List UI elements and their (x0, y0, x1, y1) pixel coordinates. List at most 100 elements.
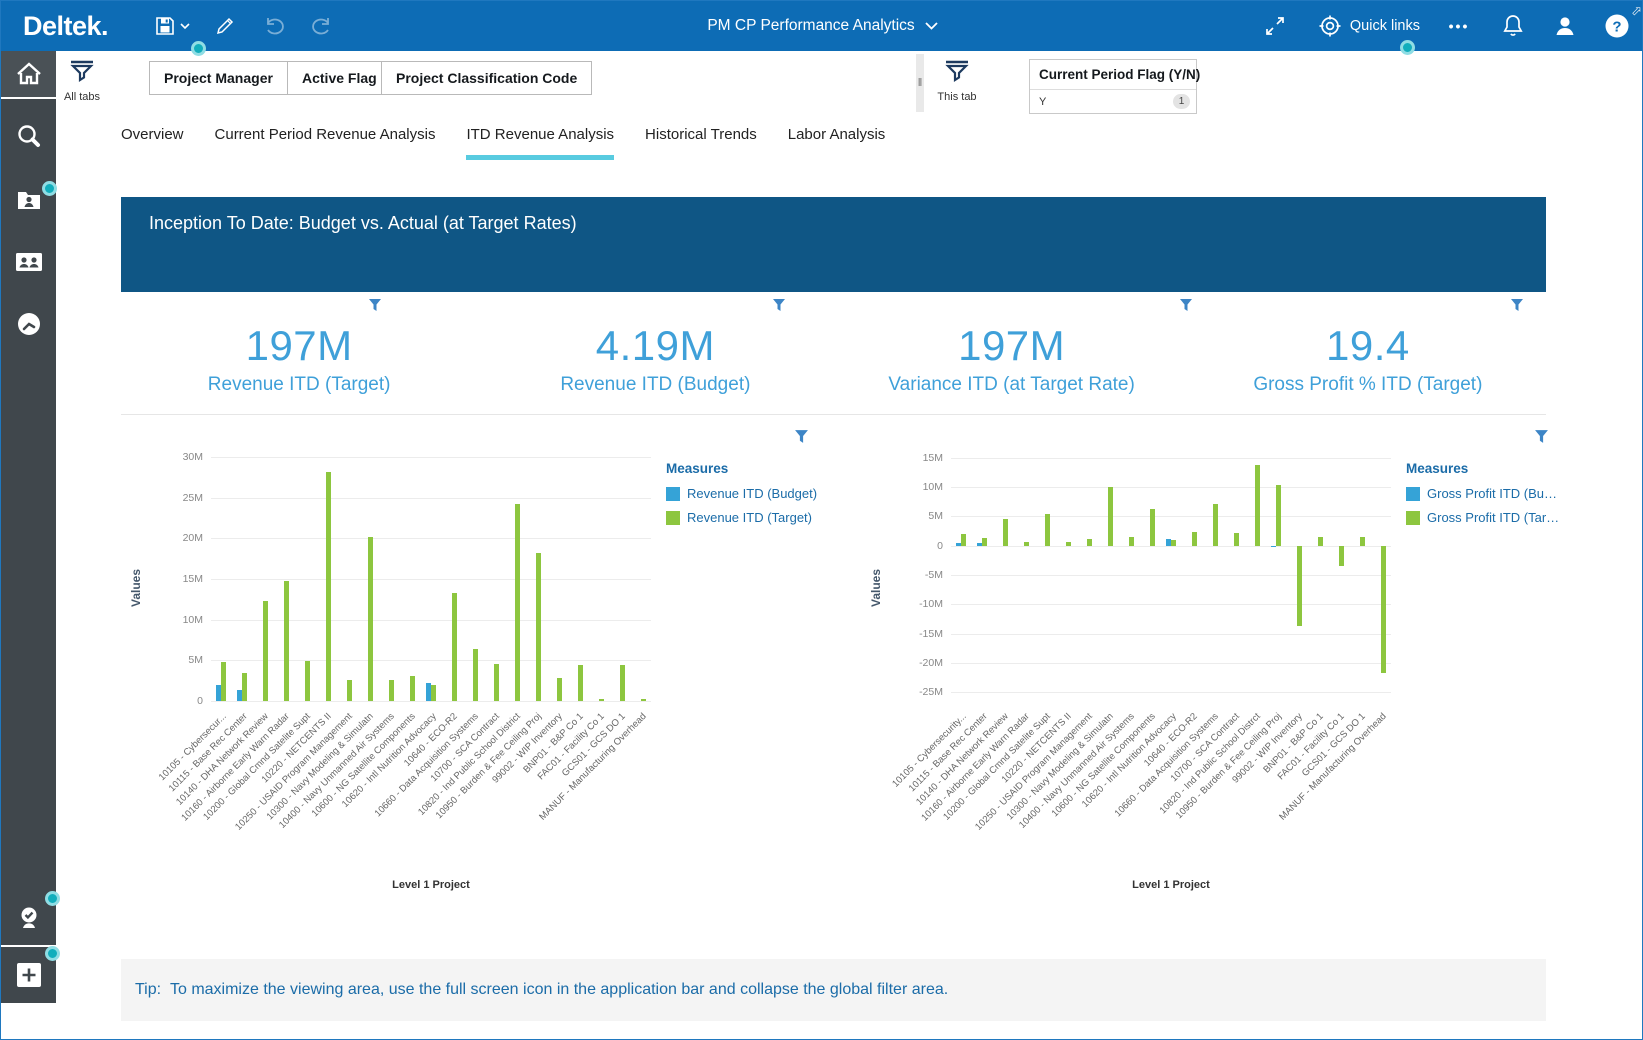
dashboard-title-menu[interactable]: PM CP Performance Analytics (707, 17, 938, 35)
bar-target[interactable] (619, 665, 625, 701)
tab-labor-analysis[interactable]: Labor Analysis (788, 126, 886, 160)
bar-target[interactable] (431, 684, 436, 701)
gridline (951, 457, 1391, 459)
bar-target[interactable] (1212, 504, 1218, 546)
bar-target[interactable] (389, 679, 395, 701)
kpi-filter-funnel-icon[interactable] (772, 298, 786, 317)
bar-target[interactable] (1296, 545, 1302, 626)
bar-target[interactable] (242, 673, 248, 701)
project-folder-person-icon (17, 192, 40, 209)
legend-item-gross-profit-budget[interactable]: Gross Profit ITD (Bu… (1406, 486, 1561, 501)
bar-target[interactable] (1380, 545, 1386, 674)
all-tabs-filter-button[interactable]: All tabs (56, 59, 108, 103)
bar-target[interactable] (472, 648, 478, 701)
bar-target[interactable] (451, 592, 457, 701)
bar-target[interactable] (1338, 545, 1344, 566)
kpi-revenue-itd-target: 197M Revenue ITD (Target) (121, 296, 477, 396)
this-tab-label: This tab (937, 91, 977, 103)
redo-button[interactable] (304, 9, 338, 43)
tab-itd-revenue-analysis[interactable]: ITD Revenue Analysis (466, 126, 615, 160)
bar-target[interactable] (1275, 485, 1281, 546)
bar-target[interactable] (368, 536, 374, 701)
bar-target[interactable] (263, 601, 269, 701)
tour-hint-dot[interactable] (42, 181, 57, 196)
gridline (951, 662, 1391, 664)
current-period-flag-filter[interactable]: Current Period Flag (Y/N) Y 1 (1029, 59, 1200, 114)
legend-item-revenue-target[interactable]: Revenue ITD (Target) (666, 510, 821, 525)
funnel-icon (945, 60, 969, 83)
bar-target[interactable] (1129, 537, 1135, 546)
tour-hint-dot[interactable] (1400, 40, 1415, 55)
bar-target[interactable] (1191, 532, 1197, 546)
gridline (951, 604, 1391, 606)
legend-item-gross-profit-target[interactable]: Gross Profit ITD (Tar… (1406, 510, 1561, 525)
tour-hint-dot[interactable] (45, 891, 60, 906)
edit-pencil-button[interactable] (208, 9, 242, 43)
bar-target[interactable] (347, 679, 353, 701)
gridline (951, 633, 1391, 635)
filter-project-manager-button[interactable]: Project Manager (149, 61, 288, 95)
bar-target[interactable] (1171, 539, 1176, 546)
target-icon (1319, 15, 1341, 37)
nav-resources-button[interactable] (1, 239, 56, 285)
bar-target[interactable] (514, 504, 520, 701)
fullscreen-expand-button[interactable] (1258, 9, 1292, 43)
y-tick-label: -15M (919, 627, 943, 640)
save-menu-chevron-icon[interactable] (176, 9, 194, 43)
nav-search-button[interactable] (1, 113, 56, 159)
legend-title: Measures (1406, 461, 1469, 476)
bar-target[interactable] (535, 553, 541, 701)
gridline (211, 701, 651, 702)
bar-target[interactable] (961, 533, 967, 546)
x-axis-title: Level 1 Project (392, 879, 470, 891)
bar-target[interactable] (1233, 533, 1239, 546)
bar-target[interactable] (410, 675, 416, 701)
filter-active-flag-button[interactable]: Active Flag (287, 61, 392, 95)
bar-target[interactable] (982, 538, 988, 546)
y-tick-label: 10M (922, 481, 943, 494)
tour-hint-dot[interactable] (191, 41, 206, 56)
this-tab-filter-button[interactable]: This tab (931, 59, 983, 103)
bar-target[interactable] (1066, 542, 1072, 546)
kpi-filter-funnel-icon[interactable] (368, 298, 382, 317)
bar-target[interactable] (1024, 541, 1030, 546)
tour-hint-dot[interactable] (45, 946, 60, 961)
bar-target[interactable] (1108, 486, 1114, 546)
quick-links-button[interactable]: Quick links (1318, 14, 1420, 38)
more-options-button[interactable]: ••• (1442, 9, 1476, 43)
chart-filter-funnel-icon[interactable] (1534, 429, 1549, 449)
bar-target[interactable] (221, 661, 227, 701)
chart-filter-funnel-icon[interactable] (794, 429, 809, 449)
y-tick-label: 20M (182, 532, 203, 545)
bar-target[interactable] (598, 698, 604, 701)
notifications-bell-button[interactable] (1496, 9, 1530, 43)
bar-target[interactable] (556, 678, 562, 701)
bar-target[interactable] (577, 665, 583, 701)
tab-historical-trends[interactable]: Historical Trends (645, 126, 757, 160)
user-profile-button[interactable] (1548, 9, 1582, 43)
filter-splitter-handle[interactable]: ‖ (916, 54, 924, 112)
bar-target[interactable] (284, 580, 290, 701)
bar-target[interactable] (1254, 464, 1260, 546)
bar-target[interactable] (1087, 538, 1093, 546)
tab-current-period-revenue-analysis[interactable]: Current Period Revenue Analysis (215, 126, 436, 160)
bar-target[interactable] (1317, 536, 1323, 546)
bar-target[interactable] (1003, 518, 1009, 546)
bar-target[interactable] (1359, 537, 1365, 546)
kpi-filter-funnel-icon[interactable] (1510, 298, 1524, 317)
legend-item-revenue-budget[interactable]: Revenue ITD (Budget) (666, 486, 821, 501)
bar-target[interactable] (493, 663, 499, 701)
bar-budget[interactable] (1270, 545, 1276, 548)
tab-overview[interactable]: Overview (121, 126, 184, 160)
svg-text:?: ? (1612, 19, 1621, 36)
bar-target[interactable] (1045, 514, 1051, 546)
bar-target[interactable] (1150, 508, 1156, 546)
nav-time-button[interactable] (1, 301, 56, 347)
filter-project-classification-button[interactable]: Project Classification Code (381, 61, 593, 95)
bar-target[interactable] (326, 471, 332, 701)
bar-target[interactable] (640, 698, 646, 701)
bar-target[interactable] (305, 661, 311, 701)
nav-home-button[interactable] (1, 51, 56, 99)
undo-button[interactable] (258, 9, 292, 43)
help-button[interactable]: ? (1600, 9, 1634, 43)
